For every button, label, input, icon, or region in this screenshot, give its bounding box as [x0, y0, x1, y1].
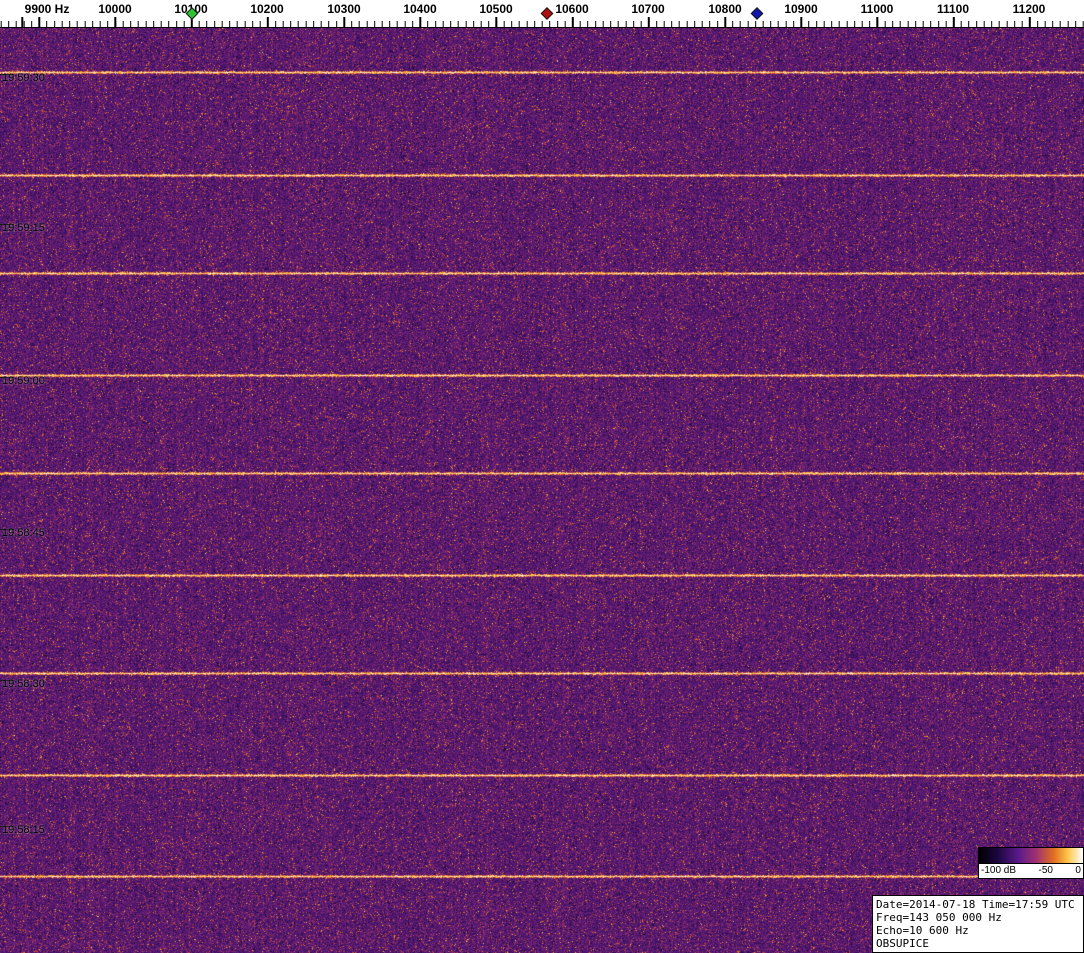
freq-label-11200: 11200 [1012, 2, 1046, 16]
colorbar-mid-label: -50 [1038, 865, 1053, 876]
freq-label-11100: 11100 [936, 2, 970, 16]
freq-label-10700: 10700 [631, 2, 665, 16]
time-label-195930: 19:59:30 [2, 72, 45, 84]
info-freq-line: Freq=143 050 000 Hz [876, 911, 1002, 924]
frequency-major-ticks [0, 17, 1084, 27]
freq-label-10400: 10400 [403, 2, 437, 16]
freq-label-10000: 10000 [98, 2, 132, 16]
freq-label-10200: 10200 [250, 2, 284, 16]
colorbar-legend: -100 dB -50 0 [978, 847, 1084, 879]
time-label-195815: 19:58:15 [2, 824, 45, 836]
freq-label-9900: 9900 Hz [24, 2, 70, 16]
freq-label-10300: 10300 [327, 2, 361, 16]
frequency-axis-header: 9900 Hz 10000 10100 10200 10300 10400 10… [0, 0, 1084, 28]
spectrogram-canvas[interactable] [0, 28, 1084, 953]
freq-label-10900: 10900 [784, 2, 818, 16]
colorbar-min-label: -100 dB [981, 865, 1017, 876]
colorbar-labels: -100 dB -50 0 [979, 864, 1083, 878]
freq-label-11000: 11000 [860, 2, 894, 16]
time-label-195845: 19:58:45 [2, 527, 45, 539]
freq-label-10500: 10500 [479, 2, 513, 16]
colorbar-max-label: 0 [1075, 865, 1081, 876]
time-label-195830: 19:58:30 [2, 678, 45, 690]
time-label-195915: 19:59:15 [2, 222, 45, 234]
colorbar-gradient [979, 848, 1083, 864]
info-date-line: Date=2014-07-18 Time=17:59 UTC [876, 898, 1075, 911]
time-label-195900: 19:59:00 [2, 375, 45, 387]
info-station-line: OBSUPICE [876, 937, 929, 950]
info-echo-line: Echo=10 600 Hz [876, 924, 969, 937]
freq-label-10800: 10800 [708, 2, 742, 16]
spectrogram-area[interactable]: 19:59:30 19:59:15 19:59:00 19:58:45 19:5… [0, 28, 1084, 953]
observation-info-box: Date=2014-07-18 Time=17:59 UTC Freq=143 … [872, 895, 1084, 953]
freq-label-10600: 10600 [555, 2, 589, 16]
spectrogram-app: 9900 Hz 10000 10100 10200 10300 10400 10… [0, 0, 1084, 953]
